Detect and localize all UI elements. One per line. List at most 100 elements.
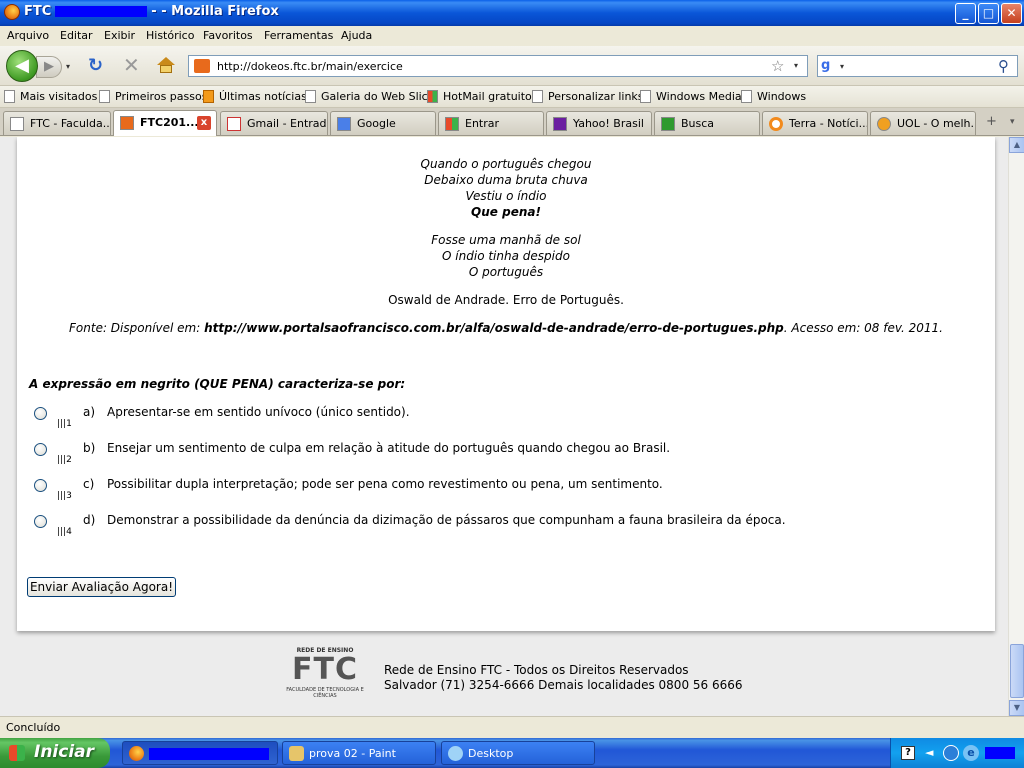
minimize-button[interactable]: _ xyxy=(955,3,976,24)
tab-ftc-faculdade[interactable]: FTC - Faculda... xyxy=(3,111,111,135)
bookmark-star-icon[interactable]: ☆ xyxy=(771,57,784,75)
internet-explorer-icon[interactable]: e xyxy=(963,745,979,761)
bookmark-windows[interactable]: Windows xyxy=(741,90,806,103)
tab-yahoo[interactable]: Yahoo! Brasil xyxy=(546,111,652,135)
ftc-logo: REDE DE ENSINO FTC FACULDADE DE TECNOLOG… xyxy=(277,647,373,699)
radio-option-a[interactable] xyxy=(34,407,47,420)
scroll-up-icon[interactable]: ▲ xyxy=(1009,137,1024,153)
option-letter: c) xyxy=(83,477,95,491)
page-icon xyxy=(305,90,316,103)
help-icon[interactable]: ? xyxy=(901,746,915,760)
radio-option-b[interactable] xyxy=(34,443,47,456)
bookmark-galeria-web-slice[interactable]: Galeria do Web Slice xyxy=(305,90,435,103)
tab-google[interactable]: Google xyxy=(330,111,436,135)
google-icon xyxy=(337,117,351,131)
scroll-down-icon[interactable]: ▼ xyxy=(1009,700,1024,716)
site-favicon-icon xyxy=(194,59,210,73)
answer-option-d: |||4 d) Demonstrar a possibilidade da de… xyxy=(17,513,995,547)
tab-terra[interactable]: Terra - Notíci... xyxy=(762,111,868,135)
poem-line: O índio tinha despido xyxy=(442,249,570,263)
bookmark-primeiros-passos[interactable]: Primeiros passos xyxy=(99,90,207,103)
tab-gmail[interactable]: Gmail - Entrad... xyxy=(220,111,328,135)
task-paint[interactable]: prova 02 - Paint xyxy=(282,741,436,765)
submit-evaluation-button[interactable]: Enviar Avaliação Agora! xyxy=(27,577,176,597)
bookmark-ultimas-noticias[interactable]: Últimas notícias xyxy=(203,90,307,103)
page-icon xyxy=(10,117,24,131)
menu-exibir[interactable]: Exibir xyxy=(104,29,135,42)
exercise-panel: Quando o português chegou Debaixo duma b… xyxy=(17,137,995,631)
page-icon xyxy=(741,90,752,103)
terra-icon xyxy=(769,117,783,131)
tab-busca[interactable]: Busca xyxy=(654,111,760,135)
search-input[interactable]: g ▾ ⚲ xyxy=(817,55,1018,77)
tab-uol[interactable]: UOL - O melh... xyxy=(870,111,976,135)
poem-line: Vestiu o índio xyxy=(465,189,547,203)
footer-copyright: Rede de Ensino FTC - Todos os Direitos R… xyxy=(384,663,689,677)
reload-icon[interactable]: ↻ xyxy=(88,56,108,76)
poem-author: Oswald de Andrade. Erro de Português. xyxy=(388,293,624,307)
menu-favoritos[interactable]: Favoritos xyxy=(203,29,253,42)
task-desktop[interactable]: Desktop xyxy=(441,741,595,765)
answer-option-c: |||3 c) Possibilitar dupla interpretação… xyxy=(17,477,995,511)
start-button[interactable]: Iniciar xyxy=(0,738,110,768)
menu-arquivo[interactable]: Arquivo xyxy=(7,29,49,42)
search-icon[interactable]: ⚲ xyxy=(998,57,1009,75)
url-text: http://dokeos.ftc.br/main/exercice xyxy=(217,60,403,73)
poem-line: Quando o português chegou xyxy=(420,157,592,171)
history-dropdown-icon[interactable]: ▾ xyxy=(66,62,70,71)
desktop-icon xyxy=(448,746,463,761)
poem-line: Debaixo duma bruta chuva xyxy=(424,173,588,187)
close-window-button[interactable]: ✕ xyxy=(1001,3,1022,24)
search-engine-dropdown-icon[interactable]: ▾ xyxy=(840,62,844,71)
vertical-scrollbar[interactable]: ▲ ▼ xyxy=(1008,137,1024,716)
bookmarks-toolbar: Mais visitados Primeiros passos Últimas … xyxy=(0,86,1024,108)
tab-ftc-active[interactable]: FTC201... x xyxy=(113,110,217,136)
menu-editar[interactable]: Editar xyxy=(60,29,93,42)
option-letter: b) xyxy=(83,441,96,455)
logo-main-text: FTC xyxy=(292,652,358,687)
poem-source: Fonte: Disponível em: http://www.portals… xyxy=(69,321,943,335)
maximize-button[interactable]: □ xyxy=(978,3,999,24)
rss-icon xyxy=(203,90,214,103)
home-icon[interactable] xyxy=(157,57,175,73)
network-icon[interactable] xyxy=(943,745,959,761)
menu-historico[interactable]: Histórico xyxy=(146,29,194,42)
back-button[interactable]: ◀ xyxy=(6,50,38,82)
bookmark-personalizar-links[interactable]: Personalizar links xyxy=(532,90,644,103)
stop-icon[interactable]: ✕ xyxy=(123,55,143,75)
task-label: Desktop xyxy=(468,747,514,760)
volume-icon[interactable]: ◄ xyxy=(925,746,935,760)
radio-option-c[interactable] xyxy=(34,479,47,492)
scrollbar-thumb[interactable] xyxy=(1010,644,1024,698)
radio-option-d[interactable] xyxy=(34,515,47,528)
menu-ajuda[interactable]: Ajuda xyxy=(341,29,372,42)
windows-logo-icon xyxy=(9,745,25,761)
brazil-flag-icon xyxy=(661,117,675,131)
task-firefox[interactable] xyxy=(122,741,278,765)
option-text: Ensejar um sentimento de culpa em relaçã… xyxy=(107,441,671,455)
bookmark-mais-visitados[interactable]: Mais visitados xyxy=(4,90,97,103)
close-tab-icon[interactable]: x xyxy=(197,116,211,130)
window-title-bar: FTC - - Mozilla Firefox _ □ ✕ xyxy=(0,0,1024,26)
answer-option-b: |||2 b) Ensejar um sentimento de culpa e… xyxy=(17,441,995,475)
new-tab-icon[interactable]: + xyxy=(986,114,997,129)
tab-entrar[interactable]: Entrar xyxy=(438,111,544,135)
option-letter: a) xyxy=(83,405,96,419)
footer-phone: Salvador (71) 3254-6666 Demais localidad… xyxy=(384,678,743,692)
bookmark-windows-media[interactable]: Windows Media xyxy=(640,90,742,103)
page-icon xyxy=(640,90,651,103)
source-url: http://www.portalsaofrancisco.com.br/alf… xyxy=(204,321,784,335)
url-bar[interactable]: http://dokeos.ftc.br/main/exercice ☆ ▾ xyxy=(188,55,808,77)
redacted-block xyxy=(149,748,269,760)
question-text: A expressão em negrito (QUE PENA) caract… xyxy=(29,377,406,391)
tab-list-icon[interactable]: ▾ xyxy=(1010,117,1015,127)
url-dropdown-icon[interactable]: ▾ xyxy=(794,61,798,70)
option-number: |||1 xyxy=(57,419,72,429)
status-bar: Concluído xyxy=(0,716,1024,738)
bookmark-hotmail[interactable]: HotMail gratuito xyxy=(427,90,532,103)
menu-ferramentas[interactable]: Ferramentas xyxy=(264,29,333,42)
forward-button[interactable]: ▶ xyxy=(36,56,62,78)
page-content: Quando o português chegou Debaixo duma b… xyxy=(0,137,1008,716)
google-icon[interactable]: g xyxy=(821,58,837,74)
firefox-icon xyxy=(129,746,144,761)
